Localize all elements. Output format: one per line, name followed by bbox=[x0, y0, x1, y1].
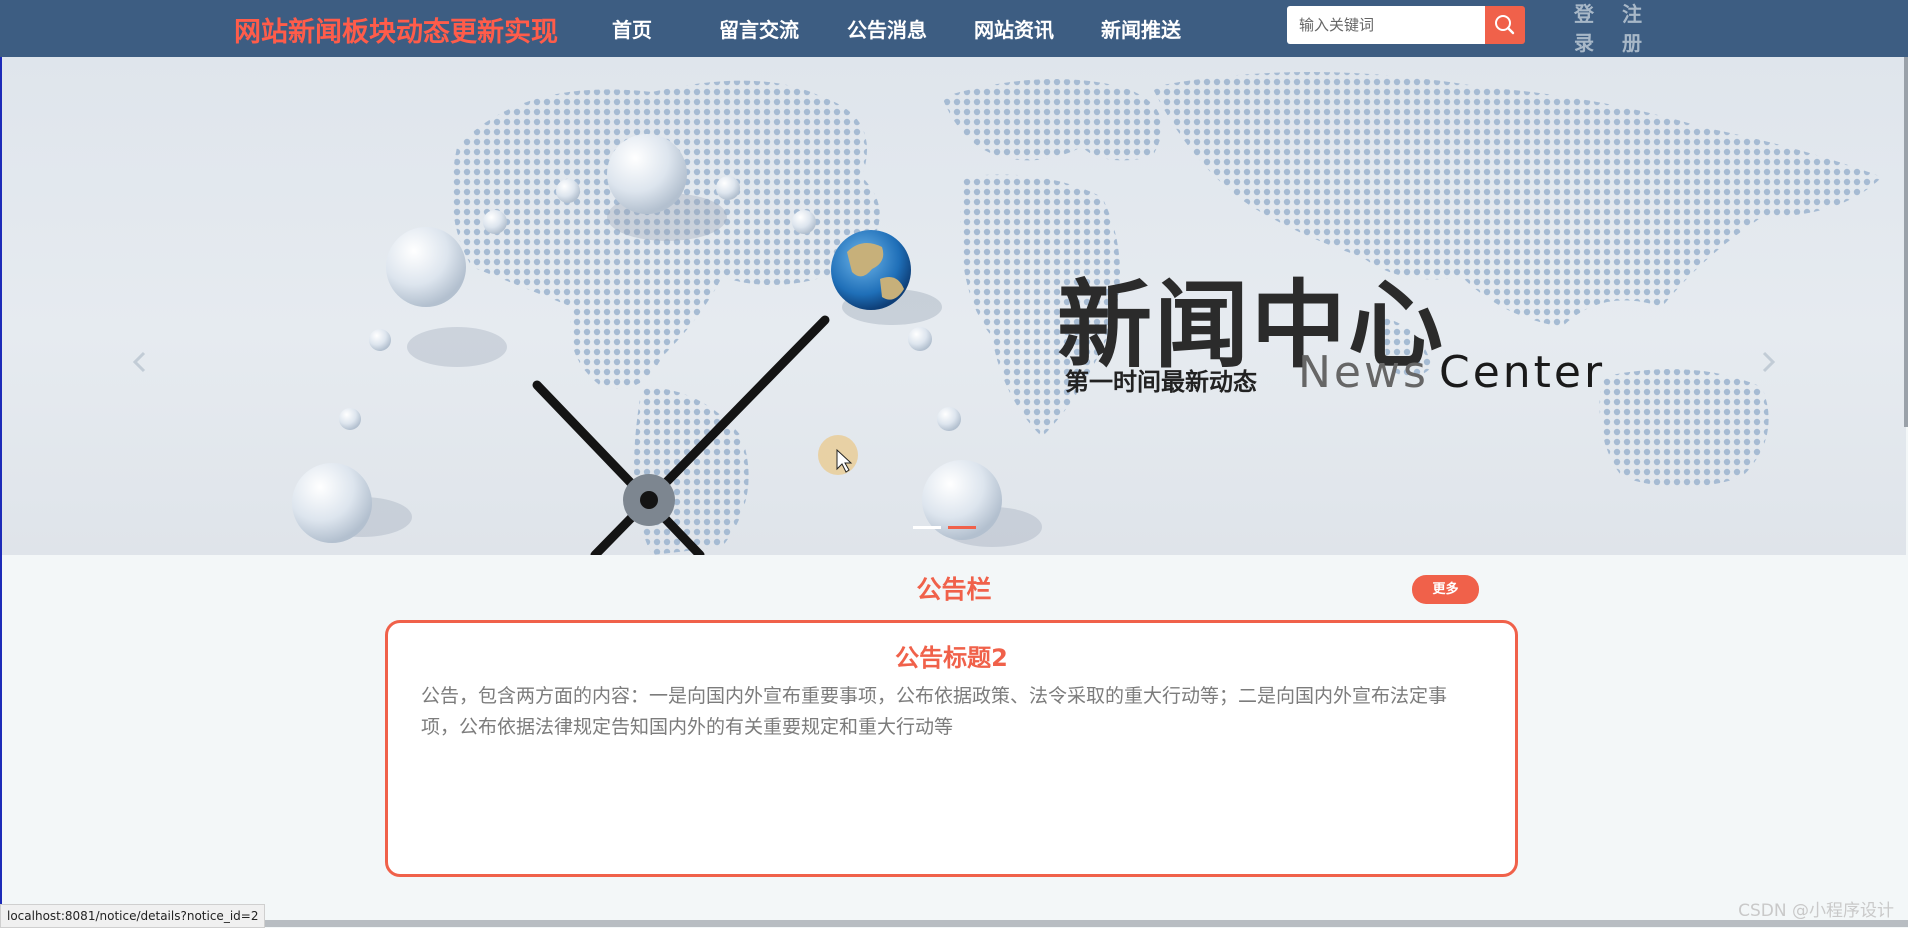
search-icon bbox=[1495, 15, 1515, 35]
notice-card[interactable]: 公告标题2 公告，包含两方面的内容：一是向国内外宣布重要事项，公布依据政策、法令… bbox=[385, 620, 1518, 877]
nav-message-board[interactable]: 留言交流 bbox=[719, 14, 799, 43]
notice-title: 公告标题2 bbox=[895, 644, 1008, 672]
banner-english-center: Center bbox=[1439, 347, 1606, 398]
nav-site-news[interactable]: 网站资讯 bbox=[974, 14, 1054, 43]
notice-section-title: 公告栏 bbox=[916, 575, 992, 604]
search-button[interactable] bbox=[1485, 6, 1525, 44]
register-char-2: 册 bbox=[1622, 31, 1642, 55]
site-title[interactable]: 网站新闻板块动态更新实现 bbox=[234, 10, 558, 49]
notice-body: 公告，包含两方面的内容：一是向国内外宣布重要事项，公布依据政策、法令采取的重大行… bbox=[421, 685, 1448, 738]
carousel-next-button[interactable] bbox=[1754, 339, 1784, 385]
banner-tagline: 第一时间最新动态 bbox=[1065, 368, 1257, 396]
register-link[interactable]: 注 册 bbox=[1620, 0, 1644, 58]
login-link[interactable]: 登 录 bbox=[1572, 0, 1596, 58]
chevron-left-icon bbox=[132, 351, 146, 373]
nav-announcements[interactable]: 公告消息 bbox=[847, 14, 927, 43]
nav-news-push[interactable]: 新闻推送 bbox=[1101, 14, 1181, 43]
carousel-prev-button[interactable] bbox=[124, 339, 154, 385]
carousel-indicator-2[interactable] bbox=[948, 526, 976, 529]
banner-english-news: News bbox=[1298, 347, 1429, 398]
nav-home[interactable]: 首页 bbox=[612, 14, 652, 43]
login-char-1: 登 bbox=[1574, 2, 1594, 26]
register-char-1: 注 bbox=[1622, 2, 1642, 26]
horizontal-scrollbar[interactable] bbox=[0, 920, 1908, 927]
chevron-right-icon bbox=[1762, 351, 1776, 373]
carousel-indicator-1[interactable] bbox=[913, 526, 941, 529]
globe-graphic bbox=[831, 230, 942, 325]
login-char-2: 录 bbox=[1574, 31, 1594, 55]
banner-carousel[interactable]: 新闻中心 第一时间最新动态 News Center bbox=[2, 57, 1906, 555]
search-input[interactable] bbox=[1287, 6, 1485, 44]
status-bar-url: localhost:8081/notice/details?notice_id=… bbox=[0, 904, 266, 928]
more-button[interactable]: 更多 bbox=[1412, 575, 1479, 604]
banner-artwork bbox=[292, 72, 1882, 555]
top-navbar: 网站新闻板块动态更新实现 首页 留言交流 公告消息 网站资讯 新闻推送 登 录 … bbox=[0, 0, 1908, 57]
vertical-scrollbar[interactable] bbox=[1904, 57, 1908, 427]
watermark: CSDN @小程序设计 bbox=[1738, 901, 1894, 921]
